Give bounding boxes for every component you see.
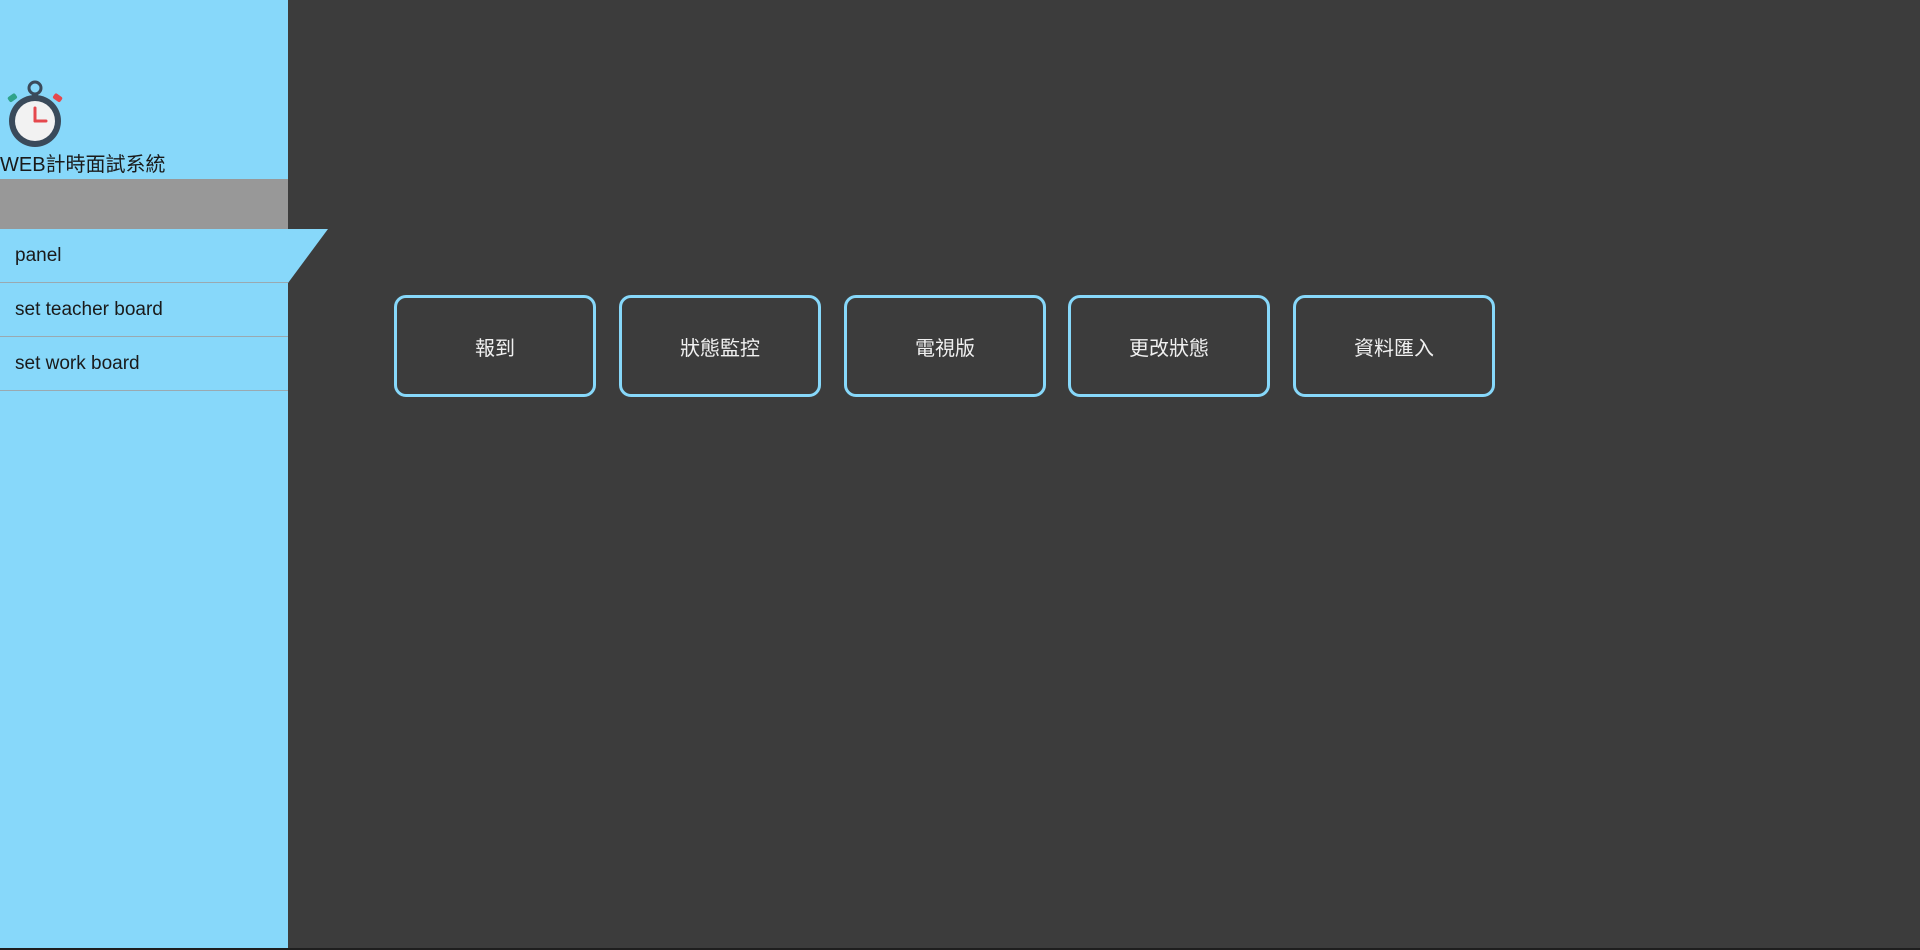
status-monitor-button[interactable]: 狀態監控 <box>619 295 821 397</box>
data-import-button[interactable]: 資料匯入 <box>1293 295 1495 397</box>
check-in-button[interactable]: 報到 <box>394 295 596 397</box>
app-root: WEB計時面試系統 panel set teacher board set wo… <box>0 0 1920 950</box>
main-panel: 報到 狀態監控 電視版 更改狀態 資料匯入 <box>288 0 1920 950</box>
sidebar-item-set-teacher-board[interactable]: set teacher board <box>0 283 288 337</box>
tv-board-button[interactable]: 電視版 <box>844 295 1046 397</box>
app-title: WEB計時面試系統 <box>0 154 166 176</box>
sidebar-nav: panel set teacher board set work board <box>0 229 328 391</box>
change-status-button[interactable]: 更改狀態 <box>1068 295 1270 397</box>
stopwatch-icon <box>7 80 63 147</box>
sidebar-item-set-work-board[interactable]: set work board <box>0 337 288 391</box>
sidebar-item-panel[interactable]: panel <box>0 229 328 283</box>
sidebar: WEB計時面試系統 panel set teacher board set wo… <box>0 0 328 948</box>
sidebar-divider-band <box>0 179 288 229</box>
